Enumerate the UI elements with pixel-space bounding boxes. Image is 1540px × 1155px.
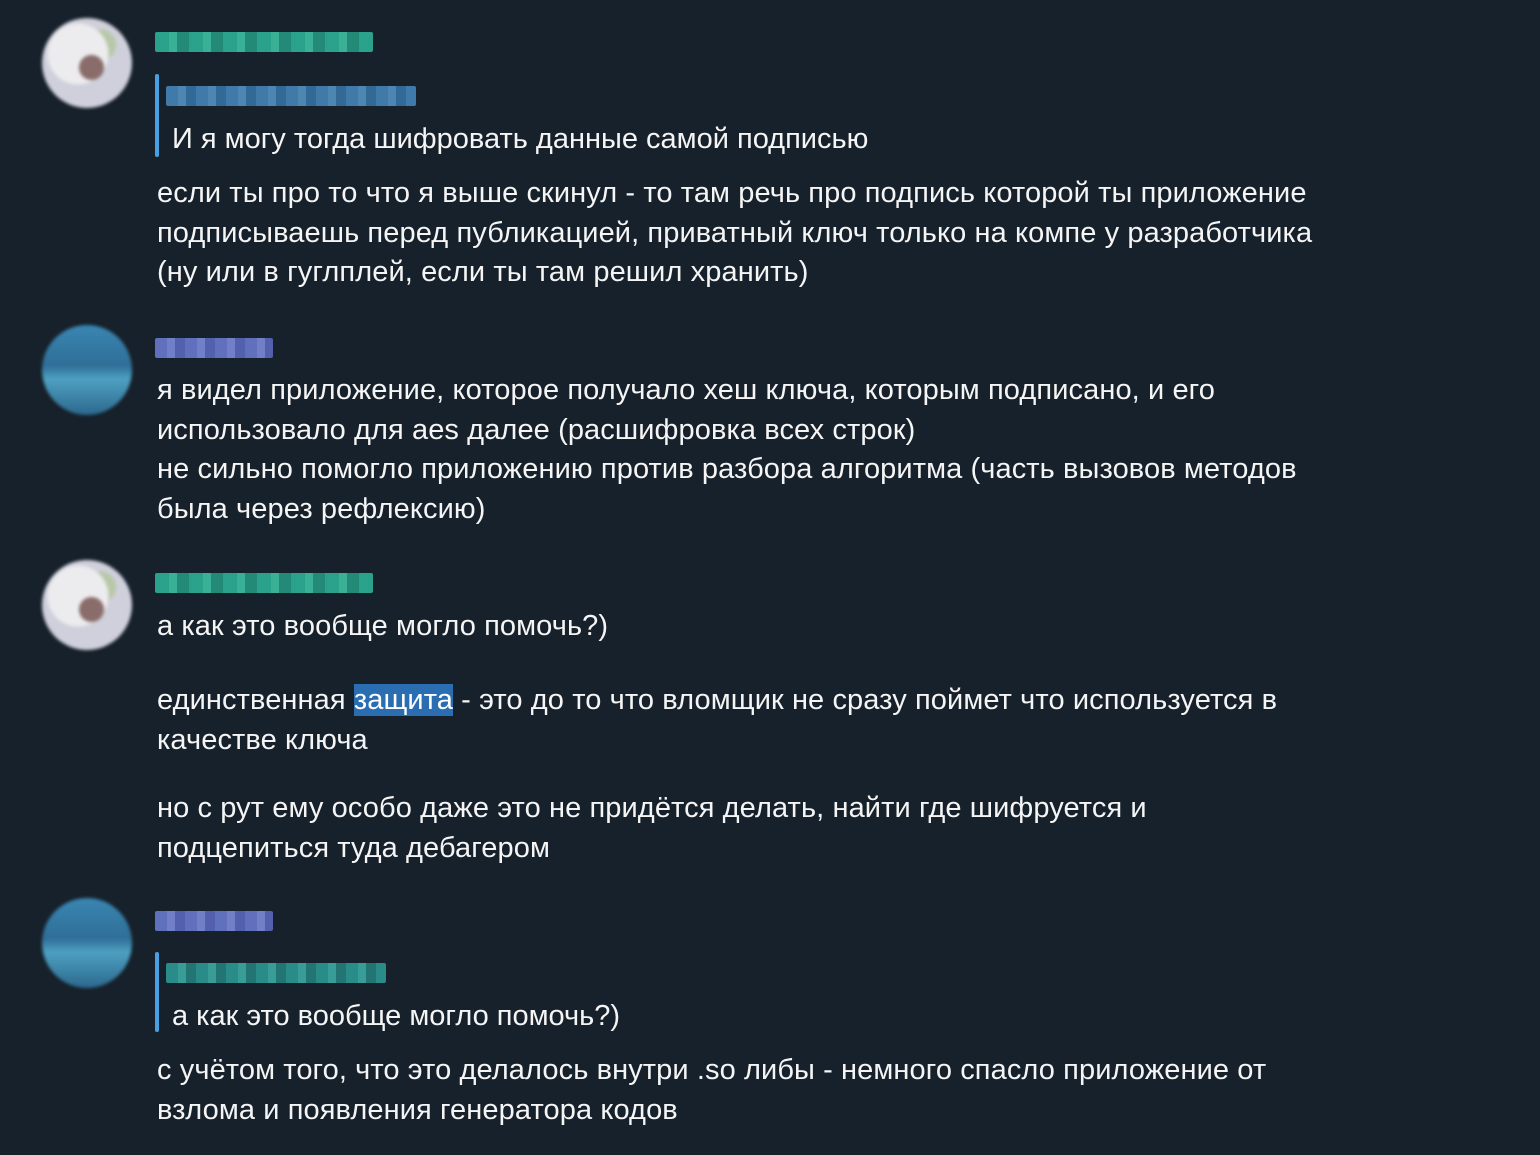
reply-bar xyxy=(155,952,159,1032)
reply-quote[interactable]: а как это вообще могло помочь?) xyxy=(172,997,620,1036)
reply-bar xyxy=(155,74,159,157)
message-text: а как это вообще могло помочь?) xyxy=(157,610,609,642)
reply-quote[interactable]: И я могу тогда шифровать данные самой по… xyxy=(172,120,868,159)
message-text: я видел приложение, которое получало хеш… xyxy=(157,374,1297,525)
avatar[interactable] xyxy=(42,560,132,650)
selected-text[interactable]: защита xyxy=(353,684,454,716)
reply-sender-redacted xyxy=(166,86,416,106)
sender-name-redacted[interactable] xyxy=(155,338,273,358)
sender-name-redacted[interactable] xyxy=(155,32,373,52)
message-text: с учётом того, что это делалось внутри .… xyxy=(157,1054,1267,1126)
sender-name-redacted[interactable] xyxy=(155,911,273,931)
reply-sender-redacted xyxy=(166,963,386,983)
message-text: но с рут ему особо даже это не придётся … xyxy=(157,792,1147,864)
avatar[interactable] xyxy=(42,898,132,988)
message-text: если ты про то что я выше скинул - то та… xyxy=(157,177,1313,288)
text-segment: единственная xyxy=(157,684,354,716)
sender-name-redacted[interactable] xyxy=(155,573,373,593)
message-text: единственная защита - это до то что влом… xyxy=(157,681,1517,760)
avatar[interactable] xyxy=(42,18,132,108)
avatar[interactable] xyxy=(42,325,132,415)
